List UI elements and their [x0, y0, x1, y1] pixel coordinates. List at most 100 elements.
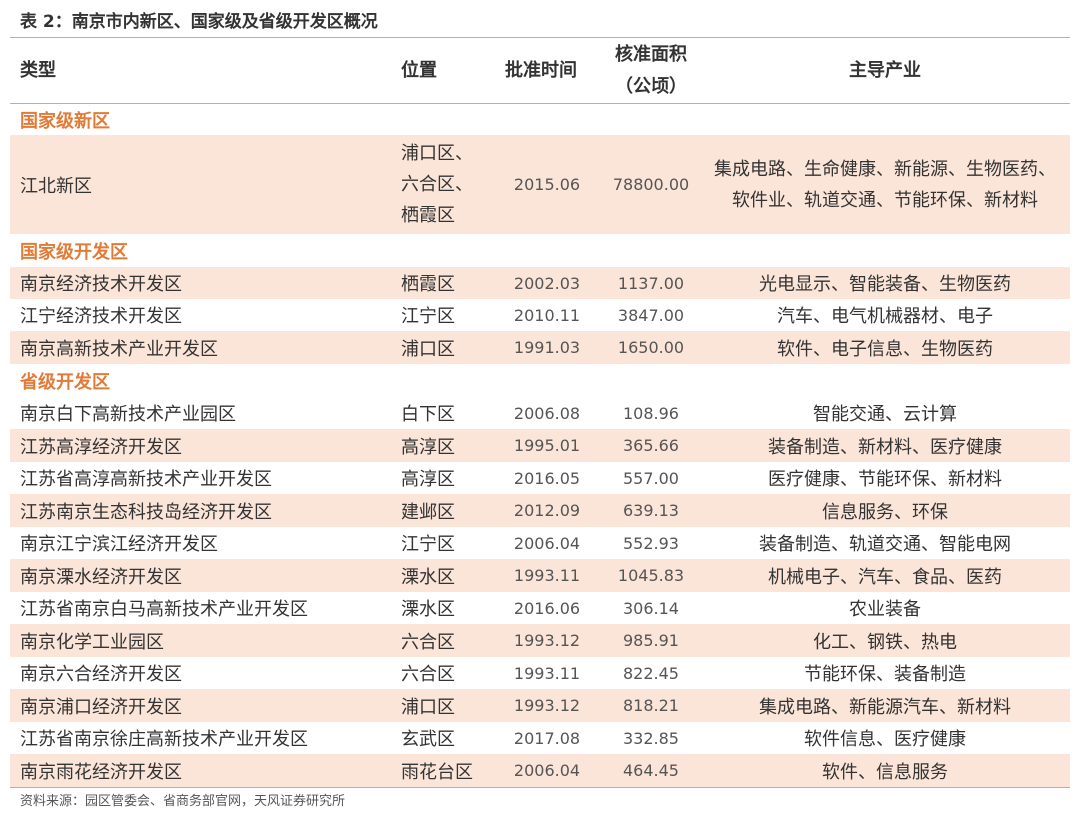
row-location: 建邺区	[401, 501, 455, 523]
table-title: 表 2：南京市内新区、国家级及省级开发区概况	[20, 12, 378, 32]
section-label-national-new-area: 国家级新区	[20, 110, 110, 132]
row-industry: 医疗健康、节能环保、新材料	[768, 469, 1002, 490]
source-note: 资料来源：园区管委会、省商务部官网，天风证券研究所	[20, 794, 346, 809]
row-area: 306.14	[623, 598, 679, 618]
row-date: 1993.11	[513, 663, 581, 683]
row-name: 南京雨花经济开发区	[20, 761, 182, 783]
table-row: 南京六合经济开发区 六合区 1993.11 822.45 节能环保、装备制造	[10, 657, 1070, 689]
row-name: 江北新区	[20, 175, 92, 197]
row-name: 江苏南京生态科技岛经济开发区	[20, 501, 272, 523]
row-area: 464.45	[623, 761, 679, 780]
row-location-line: 六合区、	[401, 174, 473, 195]
row-location: 高淳区	[401, 436, 455, 458]
row-location-line: 浦口区、	[401, 143, 473, 164]
row-name: 江苏高淳经济开发区	[20, 436, 182, 458]
row-area: 552.93	[623, 533, 679, 553]
row-location: 玄武区	[401, 729, 455, 750]
header-approval-time: 批准时间	[505, 60, 577, 81]
table-row: 南京化学工业园区 六合区 1993.12 985.91 化工、钢铁、热电	[10, 624, 1070, 657]
row-location: 浦口区、 六合区、 栖霞区	[401, 135, 496, 234]
row-date: 2010.11	[513, 305, 581, 325]
table-row: 江苏省南京白马高新技术产业开发区 溧水区 2016.06 306.14 农业装备	[10, 592, 1070, 624]
table-row: 南京雨花经济开发区 雨花台区 2006.04 464.45 软件、信息服务	[10, 754, 1070, 787]
row-name: 南京高新技术产业开发区	[20, 338, 218, 360]
row-area: 3847.00	[617, 305, 685, 325]
row-date: 2006.08	[513, 403, 581, 423]
row-area: 818.21	[623, 696, 679, 715]
table-row: 江北新区 浦口区、 六合区、 栖霞区 2015.06 78800.00 集成电路…	[10, 135, 1070, 234]
row-industry: 软件、电子信息、生物医药	[777, 338, 993, 360]
row-location: 白下区	[401, 404, 455, 425]
header-approved-area-line1: 核准面积	[615, 44, 687, 65]
row-date: 2015.06	[513, 175, 581, 194]
row-area: 1045.83	[617, 566, 685, 585]
table-row: 南京经济技术开发区 栖霞区 2002.03 1137.00 光电显示、智能装备、…	[10, 267, 1070, 299]
row-location: 六合区	[401, 631, 455, 653]
table-row: 南京高新技术产业开发区 浦口区 1991.03 1650.00 软件、电子信息、…	[10, 331, 1070, 364]
row-name: 江苏省高淳高新技术产业开发区	[20, 469, 272, 490]
header-divider	[10, 103, 1070, 104]
row-date: 2017.08	[513, 728, 581, 748]
row-industry: 光电显示、智能装备、生物医药	[759, 274, 1011, 295]
row-area: 108.96	[623, 403, 679, 423]
row-area: 332.85	[623, 728, 679, 748]
header-type: 类型	[20, 60, 56, 81]
row-area: 557.00	[623, 468, 679, 488]
row-location: 江宁区	[401, 306, 455, 327]
row-industry: 智能交通、云计算	[813, 404, 957, 425]
row-location: 六合区	[401, 664, 455, 685]
row-location: 浦口区	[401, 696, 455, 718]
row-location: 溧水区	[401, 599, 455, 620]
row-industry: 节能环保、装备制造	[804, 664, 966, 685]
row-industry-line: 集成电路、生命健康、新能源、生物医药、	[714, 158, 1056, 180]
row-location: 江宁区	[401, 534, 455, 555]
table-row: 江苏省南京徐庄高新技术产业开发区 玄武区 2017.08 332.85 软件信息…	[10, 722, 1070, 754]
row-name: 南京经济技术开发区	[20, 274, 182, 295]
row-name: 南京化学工业园区	[20, 631, 164, 653]
header-industry: 主导产业	[849, 60, 921, 81]
row-name: 南京浦口经济开发区	[20, 696, 182, 718]
row-location: 溧水区	[401, 566, 455, 588]
header-approved-area: 核准面积 （公顷）	[596, 38, 706, 104]
row-date: 1993.11	[513, 566, 581, 585]
row-location: 雨花台区	[401, 761, 473, 783]
row-area: 1137.00	[617, 273, 685, 293]
row-name: 南京溧水经济开发区	[20, 566, 182, 588]
row-date: 2016.05	[513, 468, 581, 488]
row-date: 1995.01	[513, 436, 581, 455]
row-industry-line: 软件业、轨道交通、节能环保、新材料	[732, 189, 1038, 211]
row-industry: 农业装备	[849, 599, 921, 620]
row-industry: 汽车、电气机械器材、电子	[777, 306, 993, 327]
row-location: 栖霞区	[401, 274, 455, 295]
row-name: 江苏省南京白马高新技术产业开发区	[20, 599, 308, 620]
row-date: 1993.12	[513, 631, 581, 650]
table-row: 江苏高淳经济开发区 高淳区 1995.01 365.66 装备制造、新材料、医疗…	[10, 429, 1070, 462]
row-location: 浦口区	[401, 338, 455, 360]
row-date: 2012.09	[513, 501, 581, 520]
row-industry: 装备制造、新材料、医疗健康	[768, 436, 1002, 458]
row-area: 1650.00	[617, 338, 685, 357]
table-row: 江苏南京生态科技岛经济开发区 建邺区 2012.09 639.13 信息服务、环…	[10, 494, 1070, 527]
row-date: 1991.03	[513, 338, 581, 357]
row-industry: 软件、信息服务	[822, 761, 948, 783]
row-location-line: 栖霞区	[401, 205, 455, 226]
row-area: 78800.00	[612, 175, 690, 194]
table-row: 江苏省高淳高新技术产业开发区 高淳区 2016.05 557.00 医疗健康、节…	[10, 462, 1070, 494]
row-industry: 化工、钢铁、热电	[813, 631, 957, 653]
table-bottom-divider	[10, 787, 1070, 788]
header-location: 位置	[401, 60, 437, 81]
table-row: 江宁经济技术开发区 江宁区 2010.11 3847.00 汽车、电气机械器材、…	[10, 299, 1070, 331]
row-area: 639.13	[623, 501, 679, 520]
row-industry: 软件信息、医疗健康	[804, 729, 966, 750]
row-date: 2016.06	[513, 598, 581, 618]
table-row: 南京溧水经济开发区 溧水区 1993.11 1045.83 机械电子、汽车、食品…	[10, 559, 1070, 592]
row-industry: 集成电路、生命健康、新能源、生物医药、 软件业、轨道交通、节能环保、新材料	[706, 135, 1064, 234]
row-industry: 装备制造、轨道交通、智能电网	[759, 534, 1011, 555]
row-date: 2006.04	[513, 533, 581, 553]
section-label-national-dev-zone: 国家级开发区	[20, 241, 128, 263]
row-date: 1993.12	[513, 696, 581, 715]
row-name: 南京白下高新技术产业园区	[20, 404, 236, 425]
table-row: 南京浦口经济开发区 浦口区 1993.12 818.21 集成电路、新能源汽车、…	[10, 689, 1070, 722]
row-area: 985.91	[623, 631, 679, 650]
header-approved-area-line2: （公顷）	[615, 76, 687, 97]
